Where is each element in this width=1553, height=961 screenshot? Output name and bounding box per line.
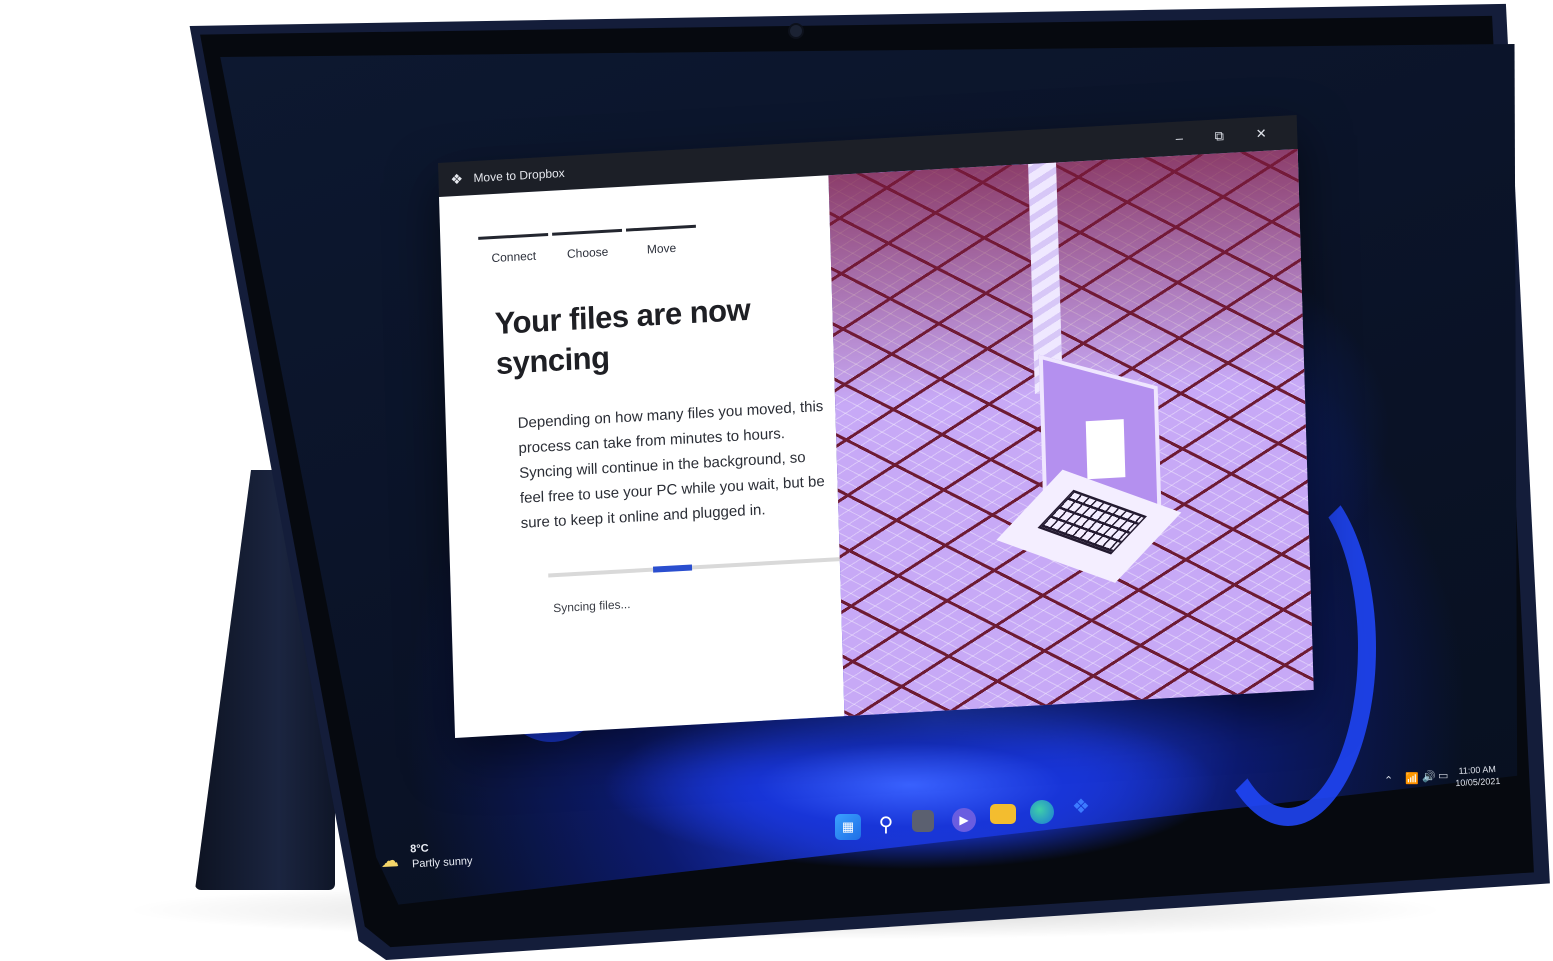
weather-temp: 8°C bbox=[409, 842, 430, 856]
edge-icon[interactable] bbox=[1030, 800, 1054, 824]
windows-logo-icon[interactable]: ▦ bbox=[835, 814, 861, 840]
step-label: Move bbox=[646, 240, 677, 257]
step-move: Move bbox=[625, 224, 697, 258]
front-camera bbox=[790, 25, 802, 37]
step-label: Choose bbox=[566, 244, 609, 261]
step-connect: Connect bbox=[478, 232, 549, 266]
wifi-icon[interactable]: 📶 bbox=[1405, 772, 1419, 785]
sync-status: Syncing files... bbox=[553, 596, 631, 616]
step-label: Connect bbox=[491, 248, 537, 266]
restore-button[interactable]: ⧉ bbox=[1201, 123, 1238, 149]
chat-icon[interactable]: ▶ bbox=[952, 808, 976, 832]
dropbox-icon: ❖ bbox=[450, 170, 464, 188]
description-text: Depending on how many files you moved, t… bbox=[517, 397, 825, 532]
task-view-icon[interactable] bbox=[912, 810, 934, 832]
search-icon[interactable]: ⚲ bbox=[873, 812, 899, 838]
close-button[interactable]: ✕ bbox=[1243, 121, 1280, 147]
progress-fill bbox=[652, 564, 693, 573]
sync-illustration bbox=[828, 148, 1314, 717]
window-title: Move to Dropbox bbox=[473, 165, 565, 186]
folder-icon[interactable] bbox=[990, 804, 1016, 824]
dropbox-icon[interactable]: ❖ bbox=[1068, 794, 1094, 820]
step-bar bbox=[625, 224, 696, 232]
volume-icon[interactable]: 🔊 bbox=[1422, 770, 1436, 783]
keyboard-keys bbox=[1037, 489, 1147, 555]
clock-date: 10/05/2021 bbox=[1455, 775, 1501, 789]
step-choose: Choose bbox=[552, 228, 623, 262]
page-title: Your files are now syncing bbox=[494, 291, 751, 382]
step-bar bbox=[478, 232, 549, 240]
system-clock[interactable]: 11:00 AM 10/05/2021 bbox=[1454, 763, 1501, 789]
step-indicator: Connect Choose Move bbox=[478, 224, 699, 277]
file-icon bbox=[1085, 419, 1126, 480]
sync-progress-bar bbox=[548, 555, 876, 578]
step-bar bbox=[552, 228, 623, 236]
chevron-up-icon[interactable]: ⌃ bbox=[1384, 774, 1393, 787]
wallpaper-bloom bbox=[600, 700, 1220, 870]
content-panel: Connect Choose Move Your files are now s… bbox=[439, 175, 876, 738]
minimize-button[interactable]: – bbox=[1161, 126, 1198, 152]
battery-icon[interactable]: ▭ bbox=[1438, 769, 1448, 782]
move-to-dropbox-window: ❖ Move to Dropbox – ⧉ ✕ Connect Choose M… bbox=[438, 114, 1314, 738]
partly-cloudy-icon: ☁ bbox=[380, 850, 400, 871]
